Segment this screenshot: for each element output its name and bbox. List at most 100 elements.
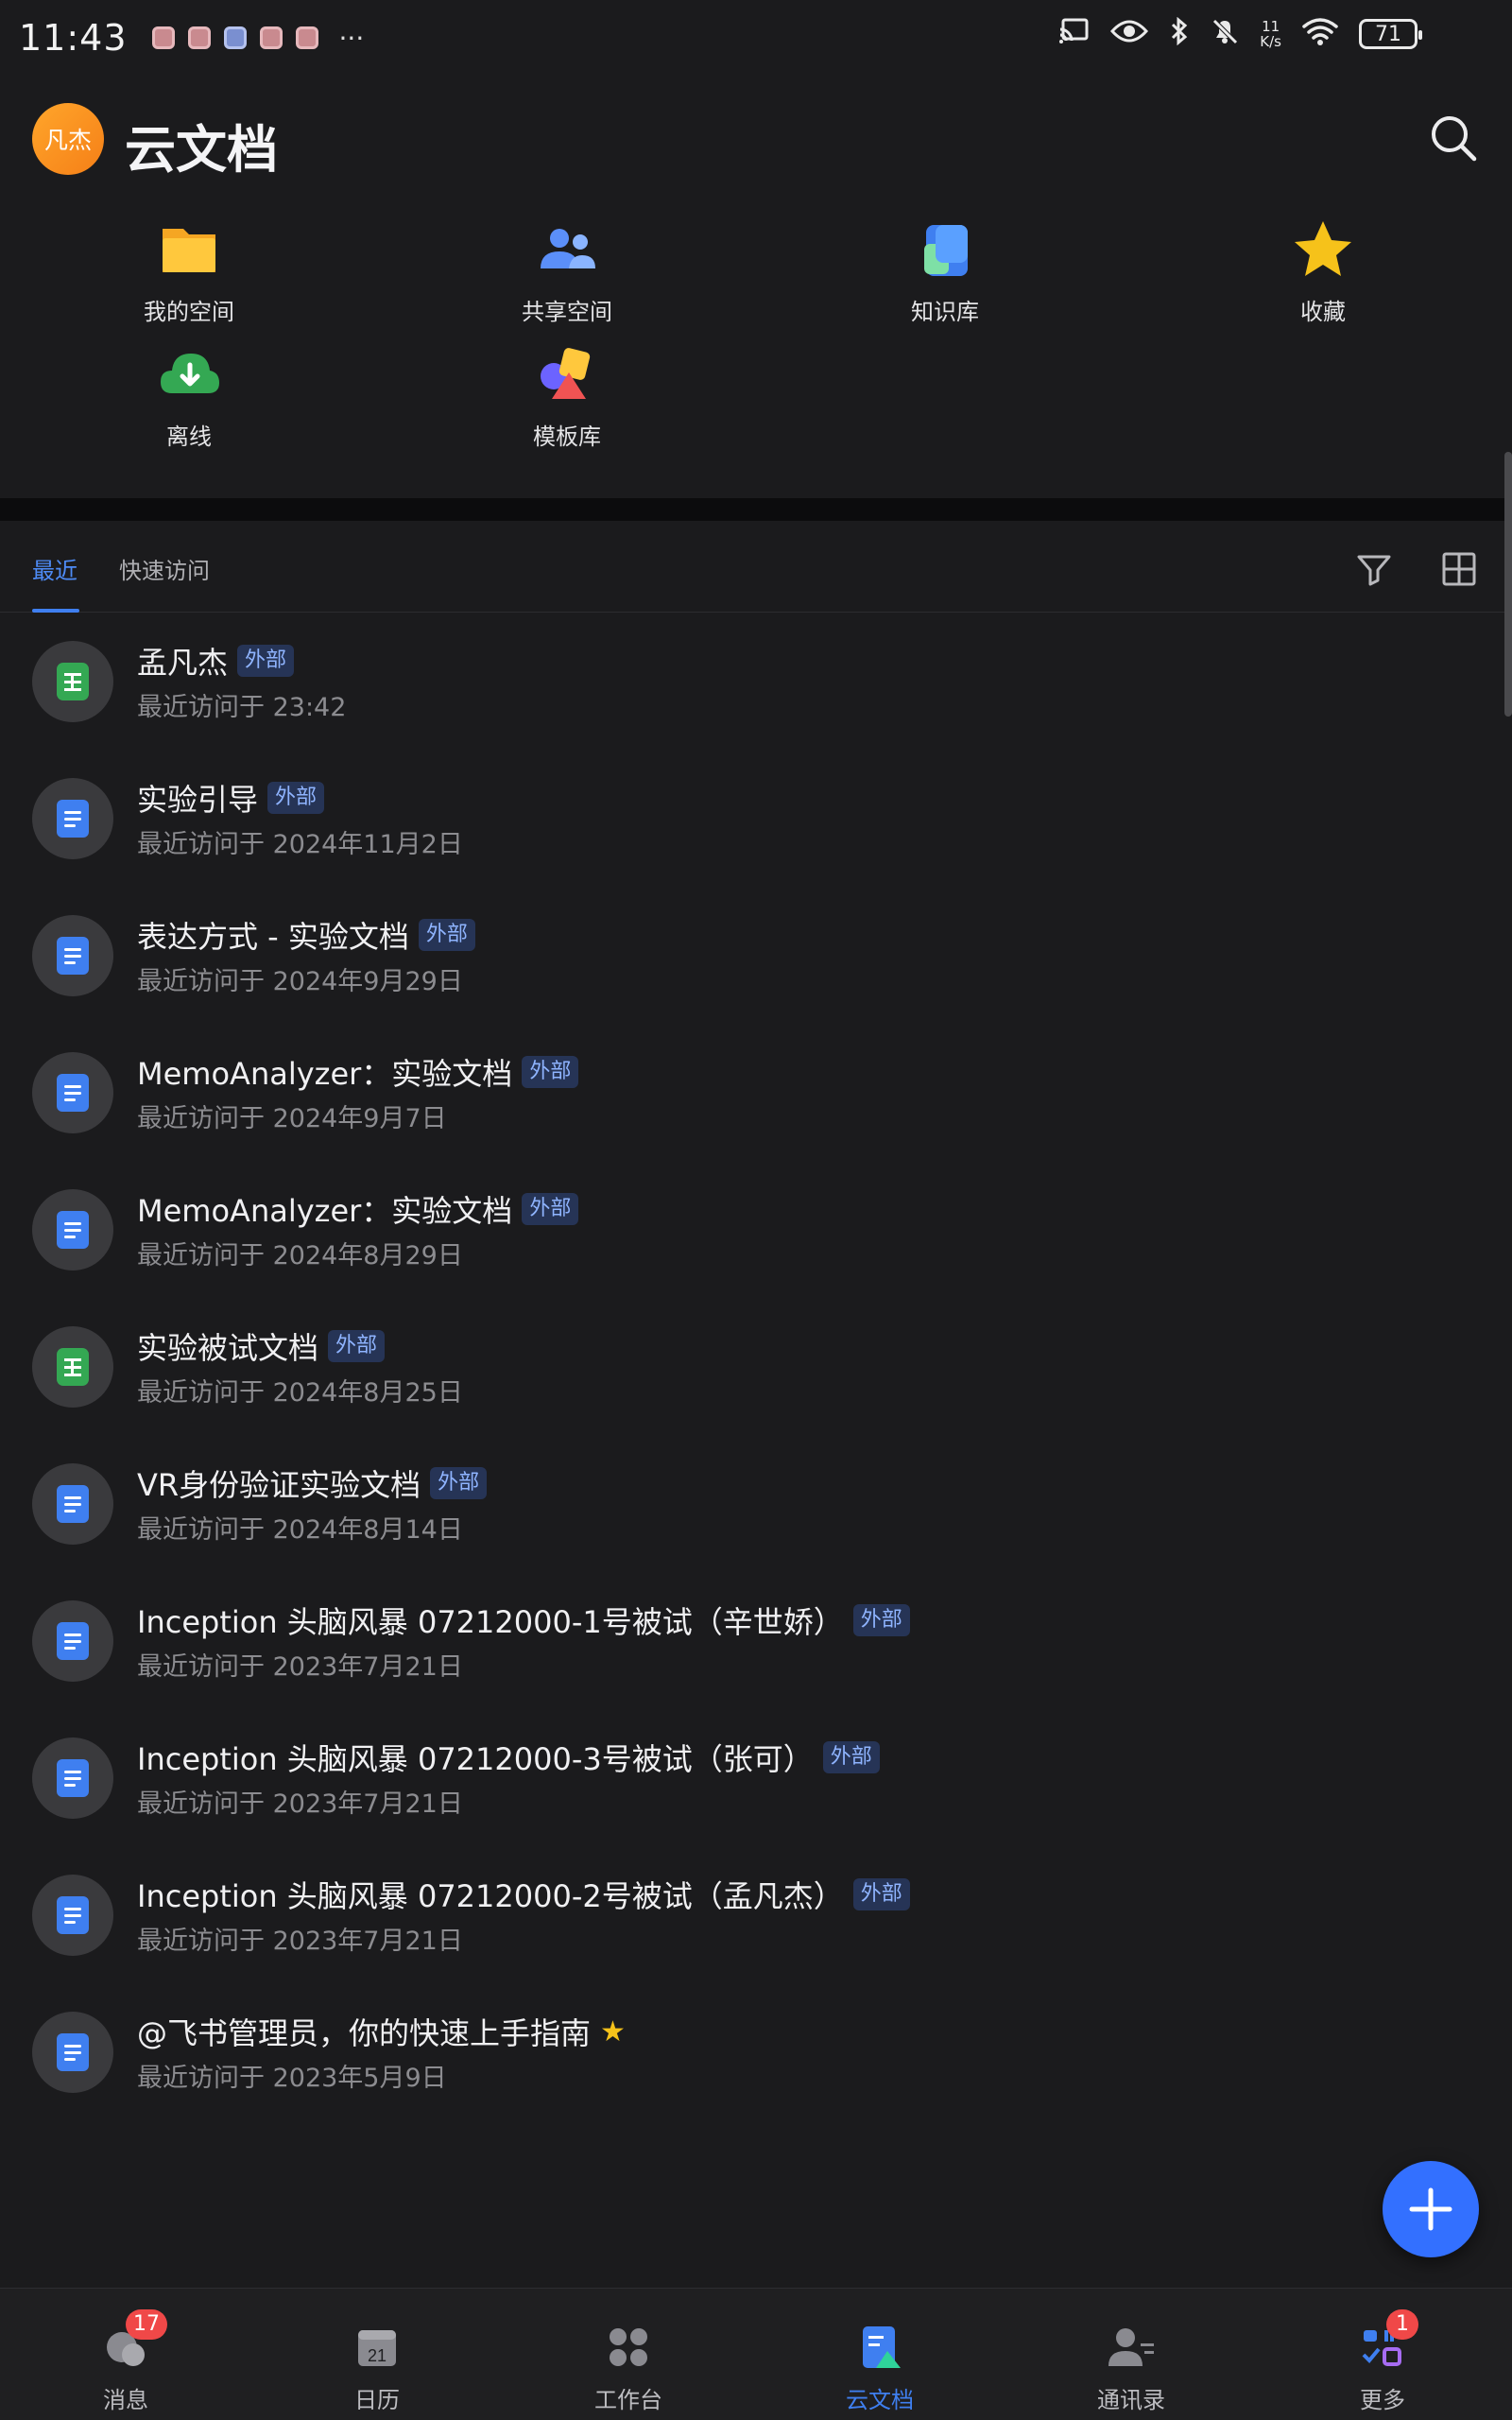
document-row[interactable]: Inception 头脑风暴 07212000-1号被试（辛世娇） 外部最近访问于… bbox=[0, 1574, 1512, 1711]
quick-label: 共享空间 bbox=[522, 299, 612, 325]
quick-template-library[interactable]: 模板库 bbox=[454, 340, 680, 451]
unread-badge: 1 bbox=[1386, 2309, 1418, 2340]
app-header: 凡杰 云文档 bbox=[0, 98, 1512, 183]
nav-label: 更多 bbox=[1360, 2387, 1405, 2413]
document-row[interactable]: MemoAnalyzer：实验文档 外部 最近访问于 2024年9月7日 bbox=[0, 1026, 1512, 1163]
last-visited-time: 最近访问于 2024年9月7日 bbox=[137, 1104, 447, 1133]
quick-label: 模板库 bbox=[533, 424, 601, 450]
document-row[interactable]: @飞书管理员，你的快速上手指南 ★ 最近访问于 2023年5月9日 bbox=[0, 1985, 1512, 2122]
document-icon bbox=[32, 1052, 113, 1133]
create-new-button[interactable] bbox=[1383, 2161, 1479, 2257]
mute-bell-icon bbox=[1211, 17, 1239, 51]
quick-shared-space[interactable]: 共享空间 bbox=[454, 216, 680, 326]
cloud-docs-icon bbox=[855, 2323, 904, 2372]
document-title: Inception 头脑风暴 07212000-3号被试（张可） bbox=[137, 1741, 814, 1777]
knowledge-base-icon bbox=[911, 216, 979, 284]
nav-workbench[interactable]: 工作台 bbox=[503, 2289, 754, 2420]
document-icon bbox=[32, 1875, 113, 1956]
status-bar: 11:43 ··· 11 K/s 71 bbox=[0, 0, 1512, 76]
workbench-icon bbox=[604, 2323, 653, 2372]
external-badge: 外部 bbox=[267, 782, 325, 814]
calendar-icon: 21 bbox=[352, 2323, 402, 2372]
active-tab-indicator bbox=[32, 609, 79, 613]
external-badge: 外部 bbox=[852, 1878, 910, 1910]
bottom-navigation: 17 消息 21 日历 工作台 云文档 通讯录 1 更多 bbox=[0, 2288, 1512, 2420]
unread-badge: 17 bbox=[126, 2309, 167, 2340]
bluetooth-icon bbox=[1169, 16, 1190, 51]
document-title-line: @飞书管理员，你的快速上手指南 ★ bbox=[137, 2010, 626, 2053]
tab-quick-access[interactable]: 快速访问 bbox=[119, 552, 210, 585]
quick-my-space[interactable]: 我的空间 bbox=[76, 216, 302, 326]
document-title: MemoAnalyzer：实验文档 bbox=[137, 1193, 513, 1229]
document-title: VR身份验证实验文档 bbox=[137, 1467, 421, 1503]
document-title: 实验被试文档 bbox=[137, 1330, 319, 1366]
filter-icon bbox=[1357, 555, 1391, 586]
document-row[interactable]: 实验被试文档 外部 最近访问于 2024年8月25日 bbox=[0, 1300, 1512, 1437]
nav-label: 日历 bbox=[354, 2387, 400, 2413]
featured-star-icon: ★ bbox=[600, 2014, 626, 2048]
quick-label: 离线 bbox=[166, 424, 212, 450]
last-visited-time: 最近访问于 2024年8月14日 bbox=[137, 1515, 463, 1545]
external-badge: 外部 bbox=[522, 1193, 579, 1225]
quick-offline[interactable]: 离线 bbox=[76, 340, 302, 451]
folder-icon bbox=[155, 216, 223, 284]
doc-tabs: 最近 快速访问 bbox=[0, 529, 1512, 613]
user-avatar[interactable]: 凡杰 bbox=[32, 103, 104, 175]
document-row[interactable]: VR身份验证实验文档 外部最近访问于 2024年8月14日 bbox=[0, 1437, 1512, 1574]
contacts-icon bbox=[1107, 2323, 1156, 2372]
document-row[interactable]: MemoAnalyzer：实验文档 外部 最近访问于 2024年8月29日 bbox=[0, 1163, 1512, 1300]
document-row[interactable]: Inception 头脑风暴 07212000-3号被试（张可） 外部 最近访问于 … bbox=[0, 1711, 1512, 1848]
external-badge: 外部 bbox=[418, 919, 475, 951]
document-title-line: 实验被试文档 外部 bbox=[137, 1324, 386, 1368]
last-visited-time: 最近访问于 23:42 bbox=[137, 693, 347, 722]
notification-app-icon bbox=[223, 26, 247, 49]
document-row[interactable]: Inception 头脑风暴 07212000-2号被试（孟凡杰） 外部 最近访问于… bbox=[0, 1848, 1512, 1985]
quick-knowledge-base[interactable]: 知识库 bbox=[832, 216, 1058, 326]
document-title-line: 表达方式 - 实验文档 外部 bbox=[137, 913, 475, 957]
external-badge: 外部 bbox=[430, 1467, 488, 1499]
document-title-line: 实验引导 外部 bbox=[137, 776, 325, 820]
grid-view-button[interactable] bbox=[1438, 548, 1480, 590]
document-row[interactable]: 表达方式 - 实验文档 外部最近访问于 2024年9月29日 bbox=[0, 889, 1512, 1026]
nav-label: 工作台 bbox=[594, 2387, 662, 2413]
quick-favorites[interactable]: 收藏 bbox=[1210, 216, 1436, 326]
document-title-line: 孟凡杰 外部 bbox=[137, 639, 295, 683]
filter-button[interactable] bbox=[1353, 548, 1395, 590]
quick-label: 知识库 bbox=[911, 299, 979, 325]
spreadsheet-icon bbox=[32, 641, 113, 722]
cast-icon bbox=[1057, 17, 1090, 51]
nav-calendar[interactable]: 21 日历 bbox=[251, 2289, 503, 2420]
document-row[interactable]: 实验引导 外部最近访问于 2024年11月2日 bbox=[0, 752, 1512, 889]
eye-comfort-icon bbox=[1110, 18, 1149, 50]
spreadsheet-icon bbox=[32, 1326, 113, 1408]
notification-app-icon bbox=[151, 26, 175, 49]
document-icon bbox=[32, 915, 113, 996]
nav-cloud-docs[interactable]: 云文档 bbox=[754, 2289, 1005, 2420]
document-icon bbox=[32, 1189, 113, 1270]
notification-more: ··· bbox=[338, 22, 365, 54]
more-apps-icon: 1 bbox=[1358, 2309, 1418, 2372]
network-speed: 11 K/s bbox=[1260, 18, 1281, 50]
nav-label: 消息 bbox=[103, 2387, 148, 2413]
document-title: 实验引导 bbox=[137, 782, 259, 818]
nav-contacts[interactable]: 通讯录 bbox=[1005, 2289, 1257, 2420]
document-title-line: Inception 头脑风暴 07212000-3号被试（张可） 外部 bbox=[137, 1736, 880, 1779]
nav-label: 通讯录 bbox=[1097, 2387, 1165, 2413]
external-badge: 外部 bbox=[852, 1604, 910, 1636]
tab-recent[interactable]: 最近 bbox=[32, 552, 77, 585]
search-button[interactable] bbox=[1427, 112, 1480, 164]
last-visited-time: 最近访问于 2024年11月2日 bbox=[137, 830, 463, 859]
last-visited-time: 最近访问于 2024年9月29日 bbox=[137, 967, 463, 996]
svg-text:21: 21 bbox=[368, 2346, 387, 2365]
document-row[interactable]: 孟凡杰 外部最近访问于 23:42 bbox=[0, 614, 1512, 752]
scrollbar[interactable] bbox=[1504, 452, 1512, 717]
nav-messages[interactable]: 17 消息 bbox=[0, 2289, 251, 2420]
last-visited-time: 最近访问于 2023年7月21日 bbox=[137, 1652, 463, 1682]
document-title: Inception 头脑风暴 07212000-1号被试（辛世娇） bbox=[137, 1604, 844, 1640]
document-title: 孟凡杰 bbox=[137, 645, 229, 681]
document-title: 表达方式 - 实验文档 bbox=[137, 919, 409, 955]
last-visited-time: 最近访问于 2023年5月9日 bbox=[137, 2064, 447, 2093]
document-title-line: Inception 头脑风暴 07212000-1号被试（辛世娇） 外部 bbox=[137, 1599, 910, 1642]
wifi-icon bbox=[1302, 17, 1338, 51]
nav-more[interactable]: 1 更多 bbox=[1257, 2289, 1508, 2420]
